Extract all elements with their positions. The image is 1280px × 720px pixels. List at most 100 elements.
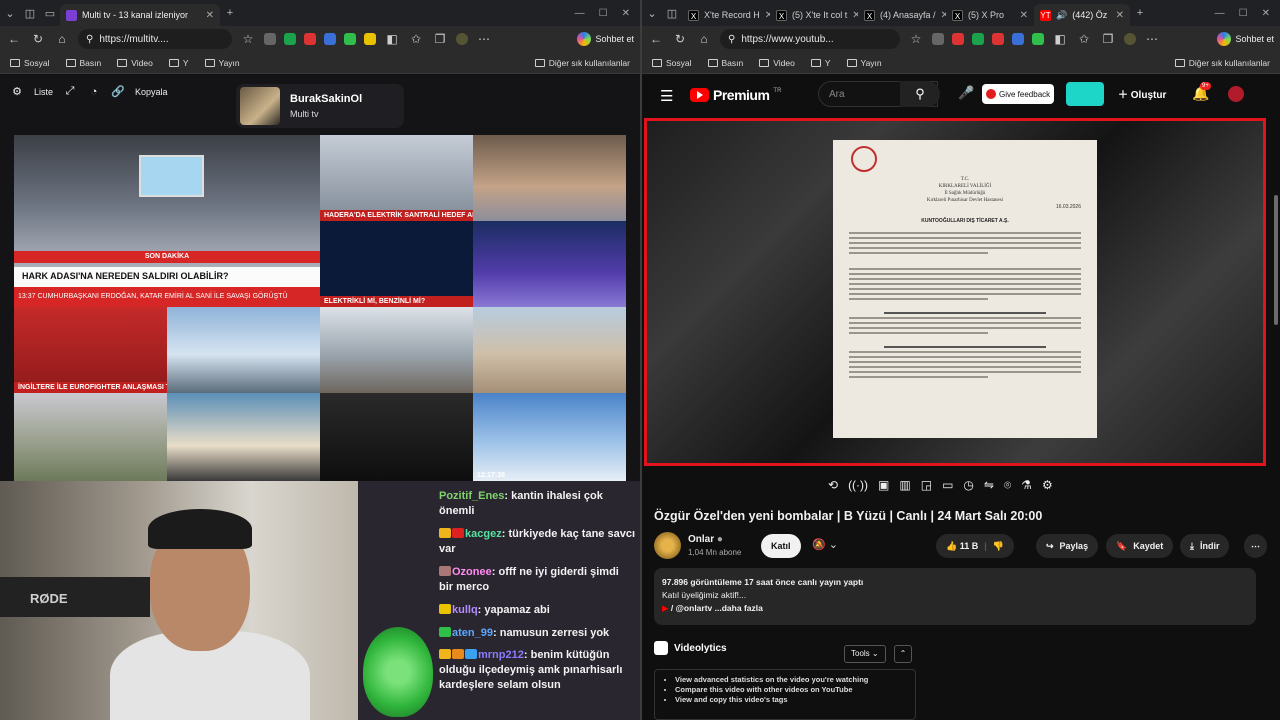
extension-icon[interactable] (992, 33, 1004, 45)
close-window-icon[interactable]: ✕ (1262, 8, 1270, 19)
tv-tile[interactable] (473, 221, 626, 307)
account-avatar[interactable] (1228, 86, 1244, 102)
settings-gear-icon[interactable]: ⚙ (10, 85, 24, 98)
voice-search-icon[interactable]: 🎤 (958, 85, 974, 101)
extension-icon[interactable] (344, 33, 356, 45)
more-icon[interactable]: ⋯ (476, 32, 492, 46)
tv-tile[interactable] (14, 393, 167, 481)
pip-icon[interactable]: ◲ (921, 478, 932, 493)
like-button[interactable]: 👍 11 B (946, 541, 978, 552)
tab-actions-icon[interactable]: ⌄ (642, 3, 662, 23)
new-tab-icon[interactable]: + (220, 3, 240, 23)
video-player[interactable]: T.C. KIRKLARELİ VALİLİĞİ İl Sağlık Müdür… (644, 118, 1266, 466)
speed-icon[interactable]: ◷ (963, 478, 973, 493)
link-icon[interactable]: 🔗 (111, 85, 125, 98)
tv-tile[interactable] (473, 135, 626, 221)
tv-tile[interactable] (320, 393, 473, 481)
list-button[interactable]: Liste (34, 87, 53, 97)
extension-icon[interactable] (972, 33, 984, 45)
tab-actions-icon[interactable]: ⌄ (0, 3, 20, 23)
search-button[interactable]: ⚲ (900, 81, 940, 107)
description-box[interactable]: 97.896 görüntüleme 17 saat önce canlı ya… (654, 568, 1256, 625)
extension-icon[interactable] (952, 33, 964, 45)
save-button[interactable]: 🔖 Kaydet (1106, 534, 1174, 558)
film-icon[interactable]: ▥ (899, 478, 910, 493)
copy-button[interactable]: Kopyala (135, 87, 168, 97)
settings-gear-icon[interactable]: ⚙ (1042, 478, 1053, 493)
close-window-icon[interactable]: ✕ (622, 8, 630, 19)
back-icon[interactable]: ← (6, 32, 22, 46)
channel-avatar[interactable] (654, 532, 681, 559)
back-icon[interactable]: ← (648, 32, 664, 46)
flask-icon[interactable]: ⚗ (1021, 478, 1032, 493)
home-icon[interactable]: ⌂ (696, 32, 712, 46)
give-feedback-button[interactable]: Give feedback (982, 84, 1055, 104)
url-field[interactable]: ⚲ https://multitv.... (78, 29, 232, 49)
bookmark-folder[interactable]: Basın (707, 58, 743, 68)
profile-avatar[interactable] (1124, 33, 1136, 45)
bookmark-folder[interactable]: Yayın (846, 58, 882, 68)
chat-user[interactable]: aten_99 (452, 627, 493, 639)
tv-tile[interactable] (167, 393, 320, 481)
favorites-icon[interactable]: ✩ (1076, 32, 1092, 46)
new-tab-icon[interactable]: + (1130, 3, 1150, 23)
chat-user[interactable]: kacgez (465, 528, 502, 540)
other-favorites-folder[interactable]: Diğer sık kullanılanlar (534, 58, 630, 68)
chat-user[interactable]: Ozonee (452, 566, 492, 578)
page-scrollbar[interactable] (1274, 195, 1278, 325)
other-favorites-folder[interactable]: Diğer sık kullanılanlar (1174, 58, 1270, 68)
tab-x[interactable]: X X'te Record H ✕ (682, 4, 770, 26)
tv-tile[interactable]: İNGİLTERE İLE EUROFIGHTER ANLAŞMASI TAMA… (14, 307, 167, 393)
tab-x[interactable]: X (4) Anasayfa / ✕ (858, 4, 946, 26)
bookmark-folder[interactable]: Basın (65, 58, 101, 68)
tools-dropdown[interactable]: Tools ⌄ (844, 645, 886, 663)
home-icon[interactable]: ⌂ (54, 32, 70, 46)
extension-icon[interactable] (364, 33, 376, 45)
minimize-icon[interactable]: — (575, 8, 585, 19)
collections-icon[interactable]: ❐ (1100, 32, 1116, 46)
download-button[interactable]: ⤓ İndir (1180, 534, 1230, 558)
copilot-chat-button[interactable]: Sohbet et (577, 32, 634, 46)
chat-user[interactable]: kullq (452, 604, 478, 616)
audio-wave-icon[interactable]: ((·)) (848, 478, 868, 493)
more-icon[interactable]: ⋯ (1144, 32, 1160, 46)
bookmark-folder[interactable]: Sosyal (652, 58, 692, 68)
maximize-icon[interactable]: ☐ (599, 8, 608, 19)
tab-x[interactable]: X (5) X'te It col t ✕ (770, 4, 858, 26)
tab-youtube[interactable]: YT 🔊 (442) Öz ✕ (1034, 4, 1130, 26)
more-actions-button[interactable]: ⋯ (1244, 534, 1267, 558)
tv-tile-cnn-turk[interactable]: SON DAKİKA HARK ADASI'NA NEREDEN SALDIRI… (14, 135, 320, 307)
favorites-icon[interactable]: ✩ (408, 32, 424, 46)
split-screen-icon[interactable]: ◧ (1052, 32, 1068, 46)
url-field[interactable]: ⚲ https://www.youtub... (720, 29, 900, 49)
extension-icon[interactable] (1032, 33, 1044, 45)
tab-multitv[interactable]: Multi tv - 13 kanal izleniyor ✕ (60, 4, 220, 26)
maximize-icon[interactable]: ☐ (1239, 8, 1248, 19)
create-button[interactable]: ＋ Oluştur (1118, 86, 1166, 101)
subscription-bell-button[interactable]: 🔕 ⌄ (812, 538, 838, 551)
extension-icon[interactable] (304, 33, 316, 45)
extension-icon[interactable] (1012, 33, 1024, 45)
bookmark-folder[interactable]: Video (759, 58, 795, 68)
collections-icon[interactable]: ❐ (432, 32, 448, 46)
theater-icon[interactable]: ▭ (942, 478, 953, 493)
extension-icon[interactable] (324, 33, 336, 45)
workspaces-icon[interactable]: ◫ (662, 3, 682, 23)
cinema-icon[interactable]: ▣ (878, 478, 889, 493)
extension-icon[interactable] (264, 33, 276, 45)
show-more-link[interactable]: ...daha fazla (715, 603, 763, 613)
collapse-button[interactable]: ⌃ (894, 645, 912, 663)
favorite-star-icon[interactable]: ☆ (240, 32, 256, 46)
channel-handle-link[interactable]: / @onlartv (671, 603, 712, 613)
workspaces-icon[interactable]: ◫ (20, 3, 40, 23)
tv-tile[interactable]: 12:17:38 (473, 393, 626, 481)
extension-icon[interactable] (284, 33, 296, 45)
close-tab-icon[interactable]: ✕ (1116, 10, 1124, 21)
bookmark-folder[interactable]: Sosyal (10, 58, 50, 68)
dislike-button[interactable]: 👎 (993, 541, 1004, 552)
extension-icon[interactable] (932, 33, 944, 45)
tv-tile[interactable]: ELEKTRİKLİ Mİ, BENZİNLİ Mİ? (320, 221, 473, 307)
share-button[interactable]: ↪ Paylaş (1036, 534, 1099, 558)
screenshot-icon[interactable]: ⌾ (1004, 478, 1011, 493)
bookmark-folder[interactable]: Y (810, 58, 831, 68)
